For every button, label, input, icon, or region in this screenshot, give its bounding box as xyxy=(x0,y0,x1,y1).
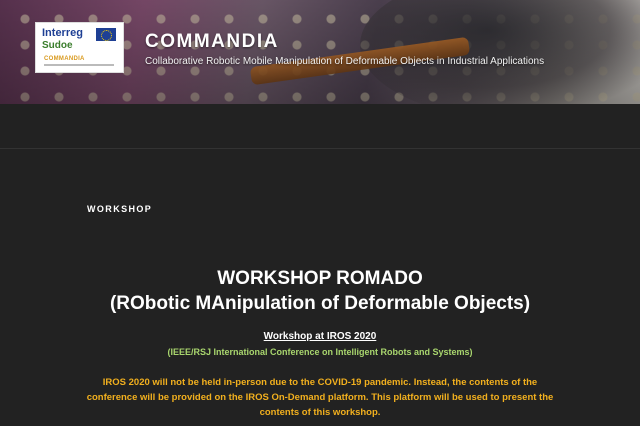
workshop-link-line: Workshop at IROS 2020 xyxy=(0,331,640,342)
logo-text-sudoe: Sudoe xyxy=(42,40,73,51)
interreg-sudoe-logo[interactable]: Interreg Sudoe COMMANDIA xyxy=(35,22,124,73)
logo-text-commandia: COMMANDIA xyxy=(44,56,85,62)
logo-fine-print xyxy=(44,64,114,66)
eu-flag-icon xyxy=(96,28,116,41)
site-header: Interreg Sudoe COMMANDIA COMMANDIA Colla… xyxy=(0,0,640,104)
navigation-bar xyxy=(0,104,640,149)
logo-text-interreg: Interreg xyxy=(42,27,83,39)
site-description: Collaborative Robotic Mobile Manipulatio… xyxy=(145,56,545,67)
site-title[interactable]: COMMANDIA xyxy=(145,31,279,53)
page-subtitle: (RObotic MAnipulation of Deformable Obje… xyxy=(109,293,531,314)
workshop-iros-link[interactable]: Workshop at IROS 2020 xyxy=(264,331,377,342)
conference-name: (IEEE/RSJ International Conference on In… xyxy=(167,347,473,357)
covid-notice: IROS 2020 will not be held in-person due… xyxy=(86,377,554,418)
page-section-label: WORKSHOP xyxy=(87,204,153,214)
page-title: WORKSHOP ROMADO xyxy=(217,268,423,289)
